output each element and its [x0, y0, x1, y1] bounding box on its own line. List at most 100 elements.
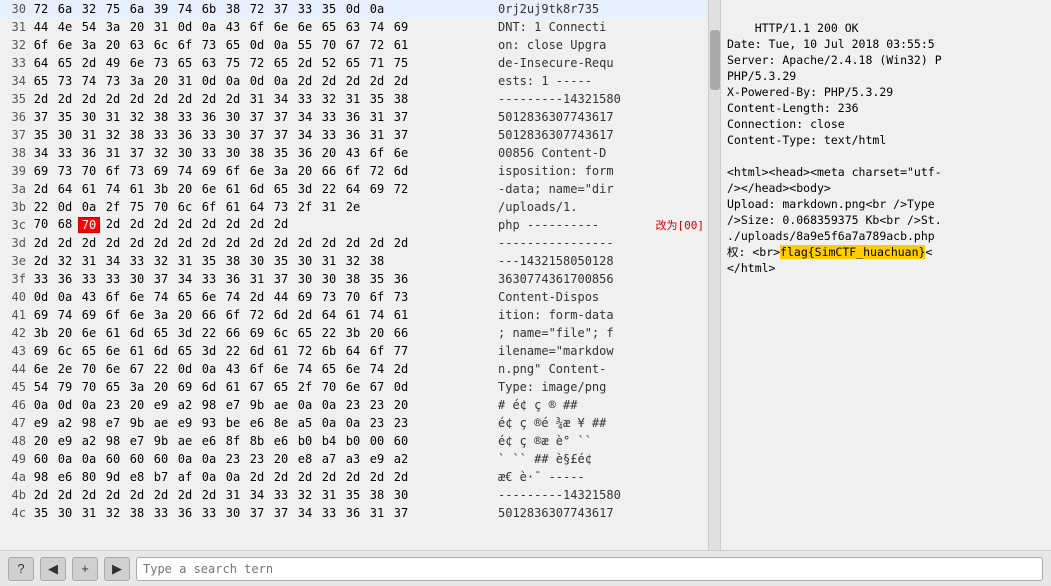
hex-byte[interactable]: 2d: [174, 217, 196, 233]
hex-byte[interactable]: 72: [246, 56, 268, 70]
hex-byte[interactable]: 75: [222, 56, 244, 70]
hex-byte[interactable]: 23: [222, 452, 244, 466]
hex-byte[interactable]: 70: [342, 290, 364, 304]
hex-byte[interactable]: 6f: [102, 308, 124, 322]
hex-byte[interactable]: 36: [174, 128, 196, 142]
hex-byte[interactable]: 65: [174, 290, 196, 304]
hex-byte[interactable]: e9: [54, 434, 76, 448]
hex-byte[interactable]: 2d: [198, 236, 220, 250]
hex-byte[interactable]: 35: [366, 92, 388, 106]
hex-byte[interactable]: 74: [150, 290, 172, 304]
hex-byte[interactable]: 60: [102, 452, 124, 466]
hex-byte[interactable]: 2d: [54, 92, 76, 106]
hex-byte[interactable]: 6c: [174, 200, 196, 214]
hex-byte[interactable]: 33: [126, 254, 148, 268]
hex-byte[interactable]: 2f: [294, 200, 316, 214]
hex-byte[interactable]: 6d: [246, 344, 268, 358]
hex-byte[interactable]: 6a: [126, 2, 148, 16]
hex-byte[interactable]: 2d: [102, 488, 124, 502]
hex-byte[interactable]: 69: [198, 164, 220, 178]
hex-byte[interactable]: 32: [318, 92, 340, 106]
hex-byte[interactable]: 3a: [126, 380, 148, 394]
hex-byte[interactable]: 65: [318, 20, 340, 34]
hex-byte[interactable]: 70: [318, 380, 340, 394]
hex-byte[interactable]: 36: [78, 146, 100, 160]
hex-byte[interactable]: 2d: [150, 488, 172, 502]
hex-byte[interactable]: 6e: [30, 362, 52, 376]
hex-byte[interactable]: 2d: [150, 217, 172, 233]
hex-byte[interactable]: 30: [54, 128, 76, 142]
hex-byte[interactable]: 73: [270, 200, 292, 214]
hex-byte[interactable]: 2d: [222, 217, 244, 233]
hex-byte[interactable]: 0a: [78, 398, 100, 412]
hex-byte[interactable]: 3d: [174, 326, 196, 340]
hex-byte[interactable]: 30: [222, 128, 244, 142]
hex-byte[interactable]: 0d: [198, 74, 220, 88]
hex-byte[interactable]: 36: [174, 506, 196, 520]
hex-byte[interactable]: a3: [342, 452, 364, 466]
hex-byte[interactable]: 64: [246, 200, 268, 214]
hex-byte[interactable]: 6f: [102, 164, 124, 178]
hex-byte[interactable]: 6c: [270, 326, 292, 340]
hex-byte[interactable]: 30: [222, 110, 244, 124]
hex-byte[interactable]: 37: [270, 506, 292, 520]
hex-byte[interactable]: 20: [54, 326, 76, 340]
hex-byte[interactable]: 20: [294, 164, 316, 178]
hex-byte[interactable]: 64: [54, 182, 76, 196]
hex-byte[interactable]: 77: [390, 344, 412, 358]
hex-byte[interactable]: 70: [78, 362, 100, 376]
hex-byte[interactable]: 61: [222, 200, 244, 214]
hex-byte[interactable]: e6: [198, 434, 220, 448]
hex-byte[interactable]: 32: [342, 254, 364, 268]
hex-byte[interactable]: 33: [198, 506, 220, 520]
hex-byte[interactable]: 79: [54, 380, 76, 394]
hex-byte[interactable]: e9: [174, 416, 196, 430]
hex-byte[interactable]: 69: [294, 290, 316, 304]
hex-byte[interactable]: a2: [78, 434, 100, 448]
hex-byte[interactable]: 32: [102, 128, 124, 142]
hex-byte[interactable]: 61: [126, 344, 148, 358]
hex-byte[interactable]: 2d: [102, 92, 124, 106]
hex-byte[interactable]: 67: [342, 38, 364, 52]
hex-byte[interactable]: 98: [102, 434, 124, 448]
hex-byte[interactable]: 6e: [270, 20, 292, 34]
next-button[interactable]: ▶: [104, 557, 130, 581]
hex-byte[interactable]: 2d: [366, 74, 388, 88]
hex-byte[interactable]: 2d: [294, 308, 316, 322]
hex-byte[interactable]: 61: [390, 38, 412, 52]
hex-byte[interactable]: 36: [342, 128, 364, 142]
hex-byte[interactable]: 2d: [78, 56, 100, 70]
hex-byte[interactable]: 2d: [30, 236, 52, 250]
hex-byte[interactable]: 60: [150, 452, 172, 466]
hex-byte[interactable]: 31: [78, 506, 100, 520]
hex-byte[interactable]: e6: [54, 470, 76, 484]
prev-button[interactable]: ◀: [40, 557, 66, 581]
hex-byte[interactable]: 32: [78, 2, 100, 16]
hex-byte[interactable]: 6f: [222, 164, 244, 178]
hex-byte[interactable]: 2d: [102, 236, 124, 250]
hex-byte[interactable]: 64: [30, 56, 52, 70]
hex-byte[interactable]: 73: [198, 38, 220, 52]
hex-byte[interactable]: 0a: [78, 200, 100, 214]
hex-byte[interactable]: 3b: [342, 326, 364, 340]
hex-byte[interactable]: 69: [246, 326, 268, 340]
hex-byte[interactable]: 37: [246, 128, 268, 142]
add-button[interactable]: +: [72, 557, 98, 581]
hex-byte[interactable]: 43: [222, 20, 244, 34]
hex-byte[interactable]: 72: [294, 344, 316, 358]
hex-byte[interactable]: 73: [150, 56, 172, 70]
hex-byte[interactable]: 31: [78, 128, 100, 142]
hex-byte[interactable]: 23: [366, 398, 388, 412]
hex-byte[interactable]: 20: [390, 398, 412, 412]
hex-byte[interactable]: 67: [246, 380, 268, 394]
hex-byte[interactable]: 30: [246, 254, 268, 268]
hex-byte[interactable]: 31: [102, 146, 124, 160]
hex-byte[interactable]: 2d: [318, 236, 340, 250]
hex-byte[interactable]: 2d: [342, 74, 364, 88]
hex-byte[interactable]: 61: [78, 182, 100, 196]
hex-byte[interactable]: 69: [390, 20, 412, 34]
hex-byte[interactable]: 33: [318, 128, 340, 142]
hex-byte[interactable]: 74: [174, 2, 196, 16]
hex-byte[interactable]: 52: [318, 56, 340, 70]
hex-byte[interactable]: e6: [270, 434, 292, 448]
